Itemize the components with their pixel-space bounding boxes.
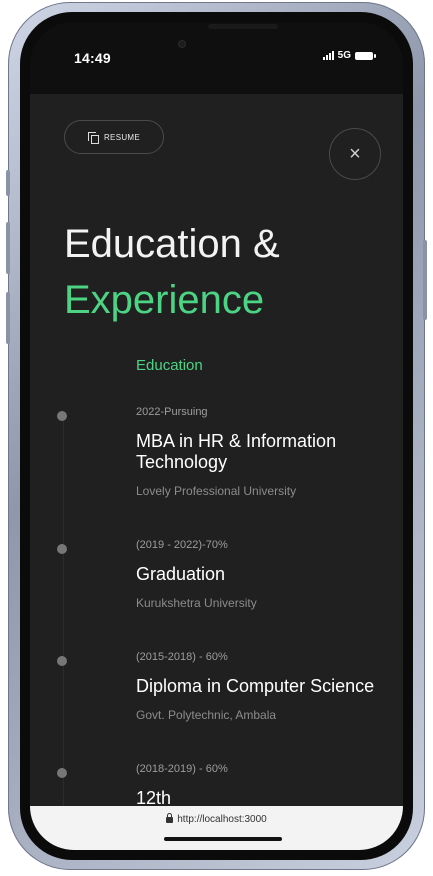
- url-text: http://localhost:3000: [177, 814, 267, 825]
- home-indicator[interactable]: [164, 837, 282, 841]
- resume-button[interactable]: RESUME: [64, 120, 164, 154]
- network-label: 5G: [337, 50, 351, 61]
- speaker-grille: [208, 24, 278, 29]
- signal-icon: [322, 51, 334, 60]
- entry-period: 2022-Pursuing: [136, 406, 208, 418]
- lock-icon: [166, 813, 174, 823]
- entry-institution: Kurukshetra University: [136, 596, 257, 610]
- status-time: 14:49: [74, 50, 111, 66]
- browser-url-bar[interactable]: http://localhost:3000: [30, 806, 403, 850]
- page-title-accent: Experience: [64, 278, 265, 322]
- timeline-entry: 2022-Pursuing MBA in HR & Information Te…: [57, 406, 403, 498]
- timeline-entry: (2015-2018) - 60% Diploma in Computer Sc…: [57, 651, 403, 722]
- entry-title: Diploma in Computer Science: [136, 676, 375, 696]
- battery-icon: [355, 51, 376, 60]
- timeline-dot: [57, 411, 67, 421]
- timeline-dot: [57, 544, 67, 554]
- page-title-line1: Education &: [64, 222, 280, 266]
- entry-period: (2018-2019) - 60%: [136, 763, 228, 775]
- entry-institution: Govt. Polytechnic, Ambala: [136, 708, 277, 722]
- status-bar: 14:49 5G: [30, 22, 403, 94]
- volume-down-button: [6, 292, 10, 344]
- section-label: Education: [136, 357, 203, 374]
- status-indicators: 5G: [322, 50, 376, 61]
- timeline-dot: [57, 768, 67, 778]
- timeline-entry: (2018-2019) - 60% 12th: [57, 763, 403, 809]
- front-camera: [178, 40, 186, 48]
- url-display[interactable]: http://localhost:3000: [30, 813, 403, 825]
- entry-title: MBA in HR & Information Technology: [136, 431, 337, 472]
- timeline-entry: (2019 - 2022)-70% Graduation Kurukshetra…: [57, 539, 403, 610]
- close-icon: ×: [349, 142, 361, 165]
- resume-label: RESUME: [103, 132, 141, 142]
- copy-icon: [87, 131, 99, 144]
- power-button: [423, 240, 427, 320]
- timeline-dot: [57, 656, 67, 666]
- entry-title: Graduation: [136, 564, 226, 584]
- close-button[interactable]: ×: [329, 128, 381, 180]
- silent-switch: [6, 170, 10, 196]
- screen: 14:49 5G RESUME × Education & Experience: [30, 22, 403, 850]
- page-title: Education & Experience: [64, 216, 280, 328]
- entry-period: (2015-2018) - 60%: [136, 651, 228, 663]
- entry-period: (2019 - 2022)-70%: [136, 539, 228, 551]
- bezel: 14:49 5G RESUME × Education & Experience: [20, 12, 413, 860]
- volume-up-button: [6, 222, 10, 274]
- entry-institution: Lovely Professional University: [136, 484, 297, 498]
- phone-frame: 14:49 5G RESUME × Education & Experience: [6, 2, 427, 870]
